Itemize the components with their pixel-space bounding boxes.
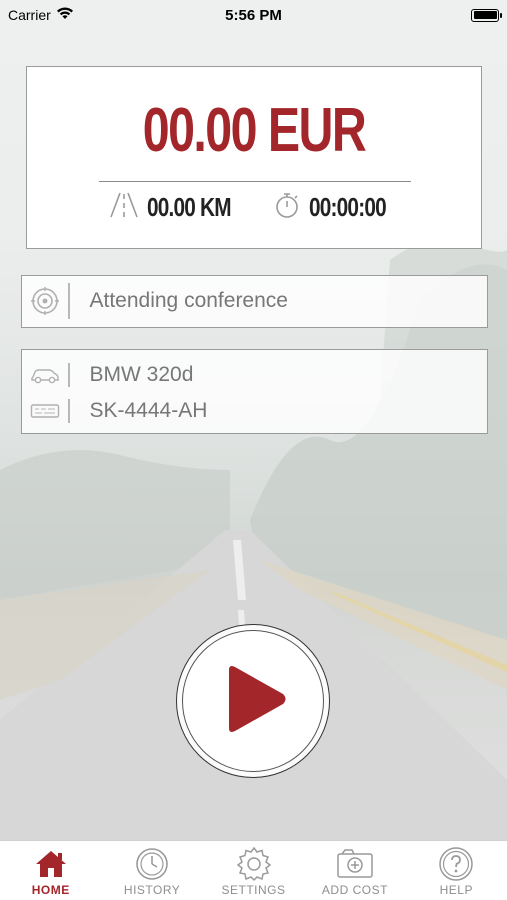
tab-settings-label: SETTINGS	[221, 883, 286, 897]
status-left: Carrier	[8, 7, 74, 23]
distance-stat: 00.00 KM	[109, 189, 252, 225]
tab-add-cost[interactable]: ADD COST	[304, 841, 405, 900]
purpose-text: Attending conference	[89, 289, 288, 312]
vehicle-model-text: BMW 320d	[89, 363, 194, 386]
purpose-row[interactable]: Attending conference	[22, 276, 487, 326]
vehicle-plate-text: SK-4444-AH	[89, 399, 208, 422]
distance-value: 00.00 KM	[147, 191, 232, 222]
tab-help-label: HELP	[439, 883, 473, 897]
home-icon	[33, 847, 69, 881]
vehicle-model-row[interactable]: BMW 320d	[22, 358, 487, 392]
target-icon	[22, 286, 68, 316]
car-icon	[22, 366, 68, 384]
status-time: 5:56 PM	[225, 6, 282, 24]
road-icon	[109, 192, 139, 223]
vehicle-field[interactable]: BMW 320d SK-4444-AH	[21, 349, 488, 434]
start-trip-button[interactable]	[176, 624, 330, 778]
tab-help[interactable]: HELP	[406, 841, 507, 900]
carrier-label: Carrier	[8, 7, 51, 23]
license-plate-icon	[22, 403, 68, 419]
gear-icon	[236, 846, 272, 882]
play-icon	[217, 662, 289, 741]
vehicle-plate-row[interactable]: SK-4444-AH	[22, 394, 487, 428]
duration-value: 00:00:00	[309, 191, 387, 222]
status-bar: Carrier 5:56 PM	[0, 0, 507, 30]
start-trip-button-inner[interactable]	[182, 630, 324, 772]
tab-add-cost-label: ADD COST	[321, 883, 388, 897]
tab-bar: HOME HISTORY SETTINGS ADD COST HELP	[0, 840, 507, 900]
meter-stats-row: 00.00 KM 00:00:00	[27, 189, 481, 225]
help-icon	[438, 847, 474, 881]
wifi-icon	[56, 7, 74, 23]
tab-home-label: HOME	[31, 883, 70, 897]
add-cost-icon	[336, 847, 374, 881]
tab-settings[interactable]: SETTINGS	[203, 841, 304, 900]
trip-meter-card: 00.00 EUR 00.00 KM 00:00:00	[26, 66, 482, 249]
meter-divider	[99, 181, 411, 182]
tab-history[interactable]: HISTORY	[101, 841, 202, 900]
tab-home[interactable]: HOME	[0, 841, 101, 900]
tab-history-label: HISTORY	[123, 883, 181, 897]
history-icon	[135, 847, 169, 881]
battery-icon	[471, 8, 502, 22]
stopwatch-icon	[273, 191, 301, 224]
duration-stat: 00:00:00	[273, 189, 405, 225]
trip-amount: 00.00 EUR	[142, 96, 367, 165]
trip-purpose-field[interactable]: Attending conference	[21, 275, 488, 328]
